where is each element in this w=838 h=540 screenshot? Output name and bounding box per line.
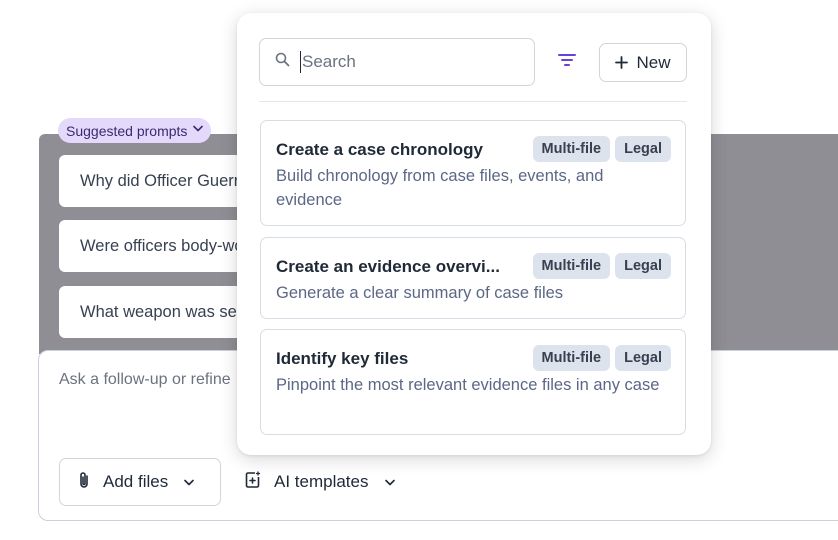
- tag-multi-file: Multi-file: [532, 345, 611, 371]
- tag-multi-file: Multi-file: [532, 253, 611, 279]
- template-card-evidence-overview[interactable]: Create an evidence overvi... Multi-file …: [260, 237, 686, 319]
- template-search[interactable]: [259, 38, 535, 86]
- tag-legal: Legal: [615, 253, 671, 279]
- chevron-down-icon: [384, 475, 395, 489]
- template-title: Identify key files: [276, 349, 409, 368]
- paperclip-icon: [77, 471, 91, 494]
- template-title: Create a case chronology: [276, 140, 483, 159]
- template-tags: Multi-file Legal: [532, 253, 671, 279]
- new-template-button[interactable]: New: [599, 43, 687, 82]
- ai-templates-label: AI templates: [274, 472, 369, 491]
- template-card-case-chronology[interactable]: Create a case chronology Multi-file Lega…: [260, 120, 686, 226]
- chevron-down-icon: [193, 124, 204, 135]
- tag-legal: Legal: [615, 136, 671, 162]
- suggested-prompts-toggle[interactable]: Suggested prompts: [58, 118, 212, 143]
- suggested-prompts-label: Suggested prompts: [66, 122, 188, 139]
- template-description: Build chronology from case files, events…: [276, 167, 604, 209]
- template-tags: Multi-file Legal: [532, 136, 671, 162]
- template-tags: Multi-file Legal: [532, 345, 671, 371]
- template-description: Pinpoint the most relevant evidence file…: [276, 376, 660, 394]
- composer-input[interactable]: Ask a follow-up or refine: [59, 371, 231, 389]
- template-card-identify-key-files[interactable]: Identify key files Multi-file Legal Pinp…: [260, 329, 686, 435]
- search-input[interactable]: [300, 51, 504, 73]
- suggested-prompt-text: Were officers body-worn: [80, 236, 259, 255]
- tag-multi-file: Multi-file: [532, 136, 611, 162]
- plus-icon: [615, 53, 629, 73]
- template-description: Generate a clear summary of case files: [276, 284, 564, 302]
- add-files-button[interactable]: Add files: [59, 458, 221, 506]
- chevron-down-icon: [184, 475, 195, 489]
- filter-icon: [557, 52, 577, 73]
- ai-templates-button[interactable]: AI templates: [244, 458, 395, 506]
- template-title: Create an evidence overvi...: [276, 257, 500, 276]
- add-files-label: Add files: [103, 472, 169, 491]
- divider: [259, 101, 687, 102]
- ai-template-icon: [244, 470, 262, 494]
- filter-button[interactable]: [553, 50, 581, 74]
- new-label: New: [636, 52, 671, 72]
- tag-legal: Legal: [615, 345, 671, 371]
- ai-templates-popover: New Create a case chronology Multi-file …: [237, 13, 711, 455]
- search-icon: [275, 52, 290, 72]
- suggested-prompt-text: Why did Officer Guerrero: [80, 171, 264, 190]
- composer-placeholder-text: Ask a follow-up or refine: [59, 371, 231, 388]
